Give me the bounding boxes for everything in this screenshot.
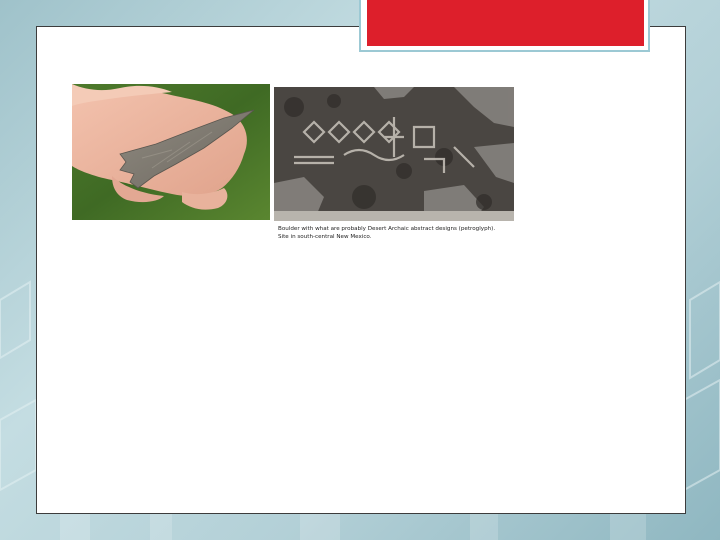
arrowhead-photo bbox=[72, 84, 270, 220]
title-tab bbox=[367, 0, 644, 46]
photo-caption: Boulder with what are probably Desert Ar… bbox=[278, 225, 538, 241]
caption-line-2: Site in south-central New Mexico. bbox=[278, 234, 372, 240]
caption-line-1: Boulder with what are probably Desert Ar… bbox=[278, 226, 496, 232]
petroglyph-photo bbox=[274, 87, 514, 221]
